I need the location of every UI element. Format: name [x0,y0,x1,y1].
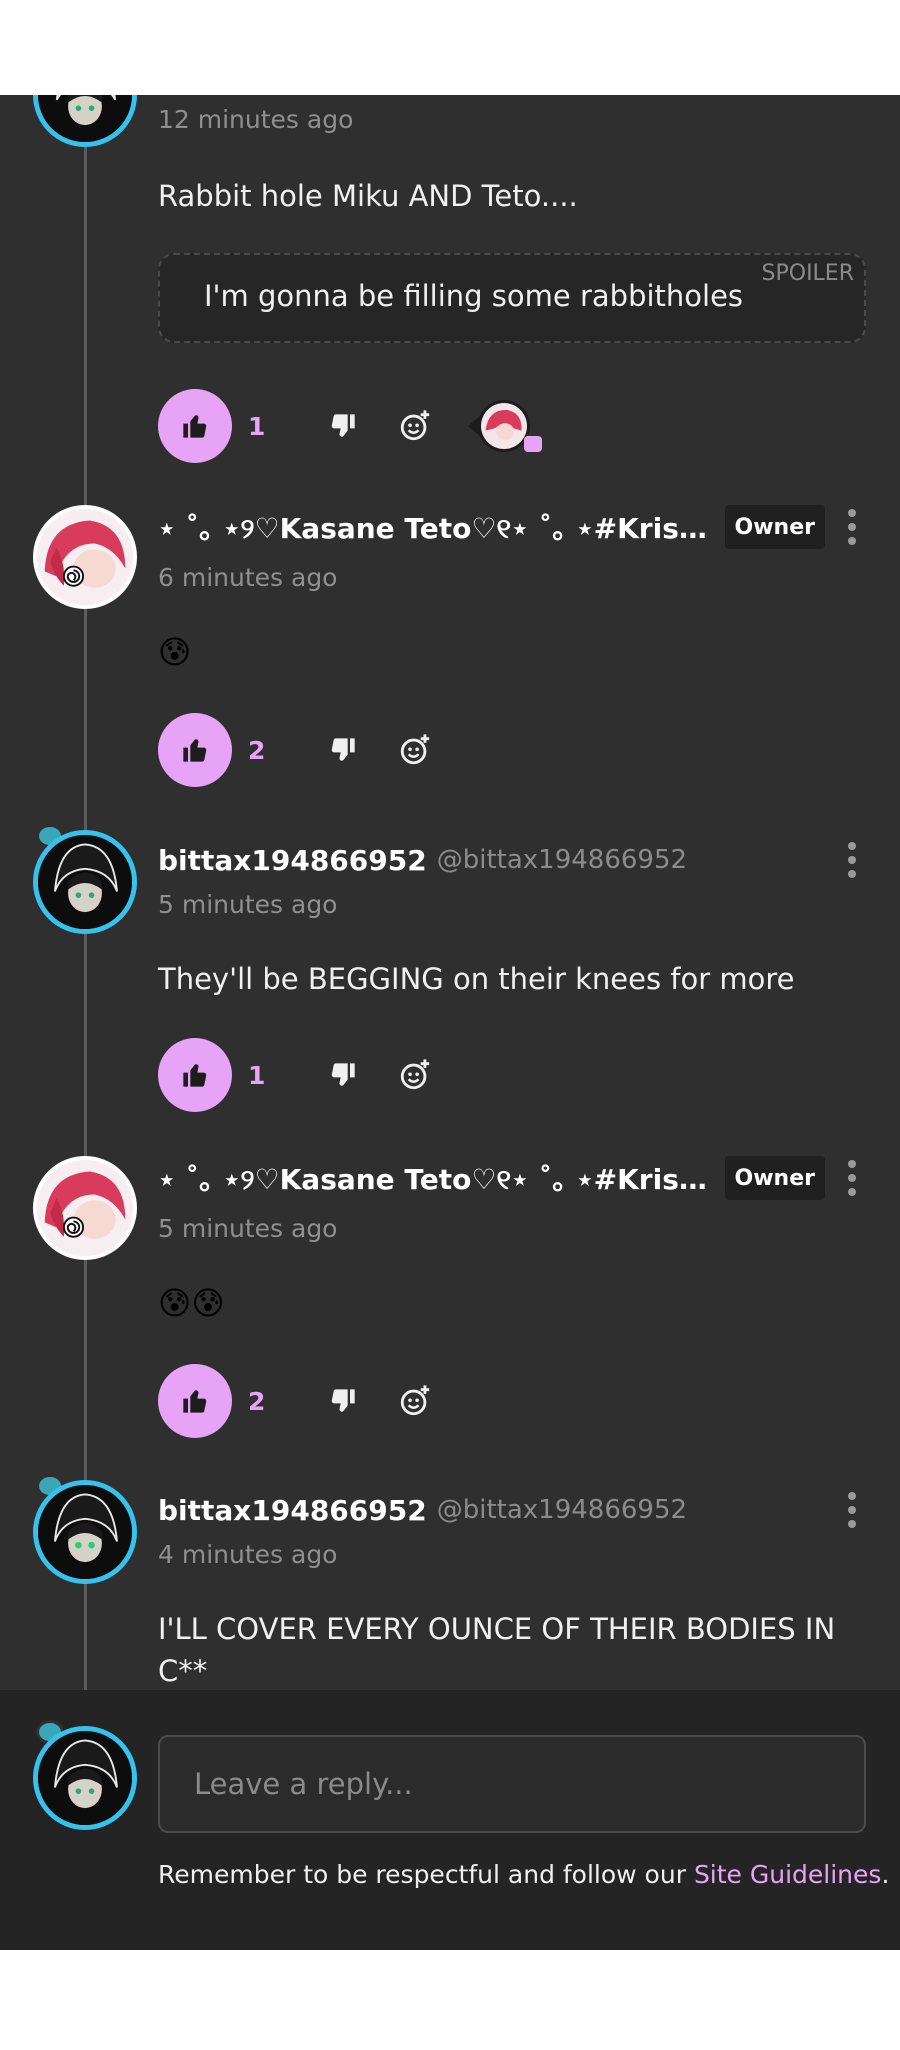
comment-body: Rabbit hole Miku AND Teto.... [158,179,578,213]
comment-body: They'll be BEGGING on their knees for mo… [158,962,795,996]
avatar-image-icon [38,95,132,142]
comment-thread: 12 minutes ago Rabbit hole Miku AND Teto… [0,95,900,1950]
more-options-icon[interactable] [846,1160,858,1196]
thumbs-up-icon [183,739,207,762]
comment-timestamp: 12 minutes ago [158,105,354,134]
spoiler-label: SPOILER [761,261,854,286]
author-name[interactable]: ⋆ ˚｡ ⋆୨♡Kasane Teto♡୧⋆ ˚｡ ⋆#KrisAr... [158,1158,710,1198]
add-reaction-button[interactable] [392,1052,438,1098]
thumbs-up-icon [183,1390,207,1413]
avatar-image-icon [37,1160,133,1256]
comment-timestamp: 4 minutes ago [158,1540,338,1569]
comment-actions: 1 [158,389,542,463]
more-options-icon[interactable] [846,509,858,545]
like-button[interactable] [158,1038,232,1112]
author-name[interactable]: bittax194866952 [158,844,427,877]
spoiler-block[interactable]: SPOILER I'm gonna be filling some rabbit… [158,253,866,343]
thumbs-up-icon [183,1064,207,1087]
author-handle[interactable]: @bittax194866952 [437,1495,687,1525]
more-options-icon[interactable] [846,842,858,878]
avatar-image-icon [37,509,133,605]
comment-actions: 1 [158,1038,438,1112]
like-button[interactable] [158,389,232,463]
current-user-avatar [33,1726,137,1830]
comment-header: bittax194866952 @bittax194866952 [158,1488,810,1532]
like-count: 1 [248,411,266,441]
like-count: 1 [248,1060,266,1090]
thumbs-down-icon [331,1389,355,1412]
like-button[interactable] [158,713,232,787]
comment-actions: 2 [158,713,438,787]
avatar[interactable] [33,1480,137,1584]
thumbs-down-icon [331,1063,355,1086]
avatar[interactable] [33,95,137,147]
like-count: 2 [248,735,266,765]
avatar-image-icon [38,1731,132,1825]
comment-timestamp: 6 minutes ago [158,563,338,592]
guidelines-suffix: . [881,1860,890,1889]
comment-timestamp: 5 minutes ago [158,890,338,919]
add-reaction-icon [400,1059,430,1090]
owner-badge: Owner [724,505,825,549]
author-name[interactable]: bittax194866952 [158,1494,427,1527]
like-button[interactable] [158,1364,232,1438]
dislike-button[interactable] [320,1378,366,1424]
comment-header: ⋆ ˚｡ ⋆୨♡Kasane Teto♡୧⋆ ˚｡ ⋆#KrisAr... [158,505,710,549]
thumbs-down-icon [331,414,355,437]
thumbs-down-icon [331,738,355,761]
add-reaction-button[interactable] [392,403,438,449]
spoiler-text: I'm gonna be filling some rabbitholes [204,279,744,313]
comment-actions: 2 [158,1364,438,1438]
emoji-content: 😰😰 [158,1284,225,1322]
avatar-image-icon [38,1485,132,1579]
thumbs-up-icon [183,415,207,438]
dislike-button[interactable] [320,1052,366,1098]
comment-header: ⋆ ˚｡ ⋆୨♡Kasane Teto♡୧⋆ ˚｡ ⋆#KrisAr... [158,1156,710,1200]
avatar[interactable] [33,505,137,609]
add-reaction-button[interactable] [392,727,438,773]
guidelines-prefix: Remember to be respectful and follow our [158,1860,694,1889]
comment-body: I'LL COVER EVERY OUNCE OF THEIR BODIES I… [158,1612,836,1688]
reply-composer: Remember to be respectful and follow our… [0,1690,900,1950]
add-reaction-icon [400,1385,430,1416]
dislike-button[interactable] [320,727,366,773]
teto-mini-avatar-icon [481,403,527,449]
reaction-avatar[interactable] [468,396,542,456]
comment-header: bittax194866952 @bittax194866952 [158,838,810,882]
avatar-image-icon [38,835,132,929]
emoji-content: 😰 [158,633,192,671]
dislike-button[interactable] [320,403,366,449]
site-guidelines-link[interactable]: Site Guidelines [694,1860,882,1889]
add-reaction-button[interactable] [392,1378,438,1424]
author-name[interactable]: ⋆ ˚｡ ⋆୨♡Kasane Teto♡୧⋆ ˚｡ ⋆#KrisAr... [158,507,710,547]
avatar[interactable] [33,830,137,934]
more-options-icon[interactable] [846,1492,858,1528]
owner-badge: Owner [724,1156,825,1200]
add-reaction-icon [400,410,430,441]
avatar[interactable] [33,1156,137,1260]
add-reaction-icon [400,734,430,765]
guidelines-note: Remember to be respectful and follow our… [158,1860,889,1889]
comment-timestamp: 5 minutes ago [158,1214,338,1243]
author-handle[interactable]: @bittax194866952 [437,845,687,875]
like-count: 2 [248,1386,266,1416]
reply-input[interactable] [158,1735,866,1833]
